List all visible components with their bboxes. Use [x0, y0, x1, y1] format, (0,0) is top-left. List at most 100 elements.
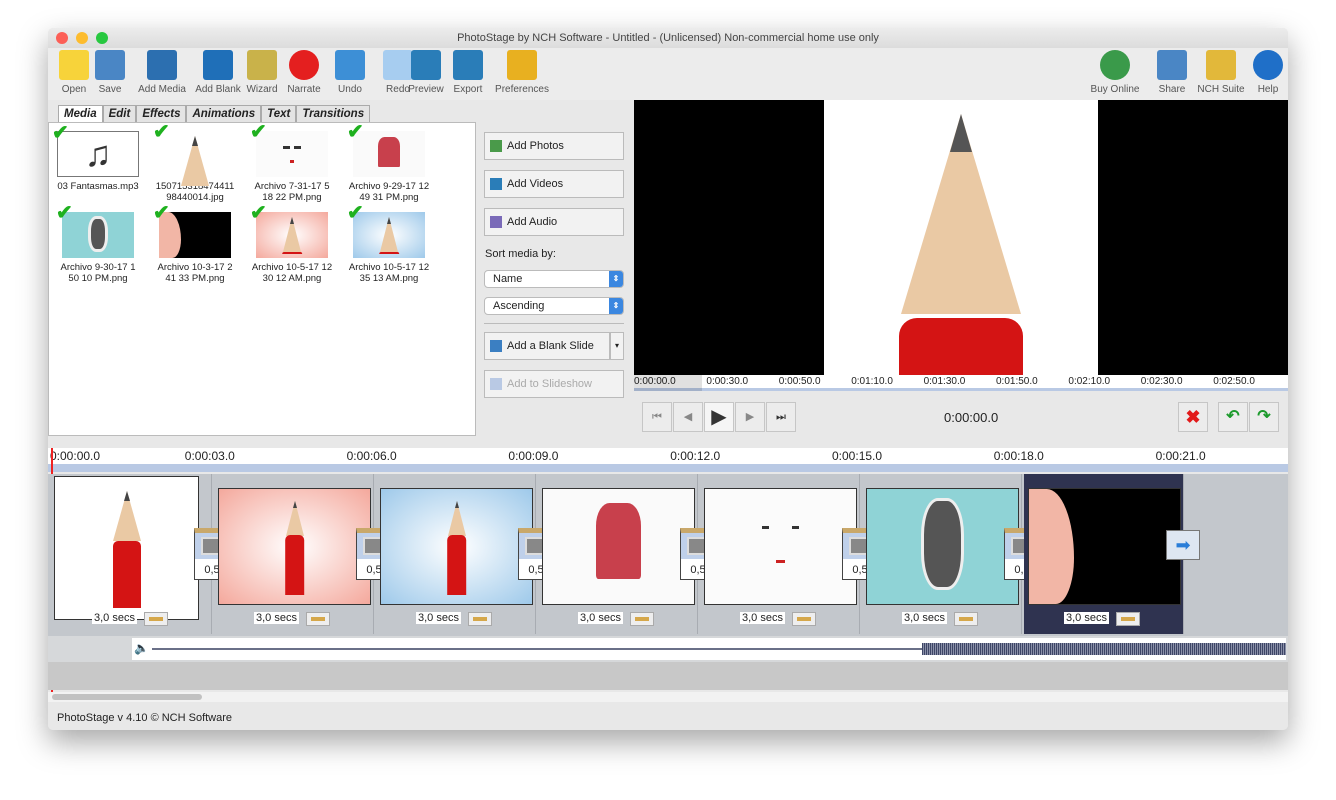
go-to-end-button[interactable]: ⏭	[766, 402, 796, 432]
media-item[interactable]: ✔ Archivo 10-5-17 12 30 12 AM.png	[247, 203, 337, 284]
media-item[interactable]: ✔ Archivo 9-29-17 12 49 31 PM.png	[344, 122, 434, 203]
tab-animations[interactable]: Animations	[186, 105, 262, 122]
ruler-tick-label: 0:00:21.0	[1155, 449, 1206, 463]
wizard-button[interactable]: Wizard	[242, 50, 282, 95]
music-icon	[490, 216, 502, 228]
rotate-right-icon[interactable]: ↷	[1249, 402, 1279, 432]
tab-transitions[interactable]: Transitions	[296, 105, 371, 122]
ruler-icon[interactable]	[306, 612, 330, 626]
media-item[interactable]: ✔ Archivo 9-30-17 1 50 10 PM.png	[53, 203, 143, 284]
add-audio-button[interactable]: Add Audio	[484, 208, 624, 236]
ruler-icon[interactable]	[630, 612, 654, 626]
media-thumbnail: ✔	[153, 122, 231, 186]
timeline-slide[interactable]: 3,0 secs	[538, 474, 698, 634]
preferences-button[interactable]: Preferences	[492, 50, 552, 95]
tab-media[interactable]: Media	[58, 105, 103, 122]
tab-effects[interactable]: Effects	[136, 105, 187, 122]
help-button[interactable]: Help	[1248, 50, 1288, 95]
sort-order-select[interactable]: Ascending ⇕	[484, 297, 624, 315]
slide-thumbnail	[380, 488, 533, 605]
slide-duration[interactable]: 3,0 secs	[92, 612, 137, 624]
slide-duration[interactable]: 3,0 secs	[578, 612, 623, 624]
preview-button[interactable]: Preview	[406, 50, 446, 95]
media-item[interactable]: ✔ Archivo 10-5-17 12 35 13 AM.png	[344, 203, 434, 284]
speaker-icon[interactable]: 🔈	[134, 641, 149, 655]
ruler-tick-label: 0:02:30.0	[1140, 376, 1183, 387]
export-icon	[453, 50, 483, 80]
open-button[interactable]: Open	[54, 50, 94, 95]
blank-slide-icon	[490, 340, 502, 352]
slide-thumbnail	[54, 476, 199, 620]
timeline-slide[interactable]: 3,0 secs	[52, 474, 212, 634]
slide-duration[interactable]: 3,0 secs	[254, 612, 299, 624]
arrow-right-icon[interactable]: ➡	[1166, 530, 1200, 560]
media-thumbnail: ✔	[56, 203, 134, 258]
ruler-tick-label: 0:01:50.0	[996, 376, 1038, 387]
ruler-icon[interactable]	[144, 612, 168, 626]
export-button[interactable]: Export	[448, 50, 488, 95]
timeline-ruler[interactable]: 0:00:00.0 0:00:03.0 0:00:06.0 0:00:09.0 0:00…	[48, 448, 1288, 472]
ruler-tick-label: 0:00:03.0	[184, 449, 235, 463]
tab-edit[interactable]: Edit	[102, 105, 137, 122]
delete-icon[interactable]: ✖	[1178, 402, 1208, 432]
nch-suite-button[interactable]: NCH Suite	[1196, 50, 1246, 95]
next-frame-button[interactable]: ▶	[735, 402, 765, 432]
narrate-button[interactable]: Narrate	[284, 50, 324, 95]
media-item[interactable]: ✔ 150715318474411 98440014.jpg	[150, 122, 240, 203]
go-to-start-button[interactable]: ⏮	[642, 402, 672, 432]
select-arrows-icon: ⇕	[609, 298, 623, 314]
close-window-button[interactable]	[56, 32, 68, 44]
preview-frame	[824, 100, 1098, 375]
share-button[interactable]: Share	[1152, 50, 1192, 95]
ruler-icon[interactable]	[792, 612, 816, 626]
slide-thumbnail	[218, 488, 371, 605]
add-blank-slide-dropdown[interactable]: ▾	[610, 332, 624, 360]
undo-icon	[335, 50, 365, 80]
ruler-icon[interactable]	[468, 612, 492, 626]
ruler-tick-label: 0:00:06.0	[346, 449, 397, 463]
timeline-slide[interactable]: 3,0 secs	[862, 474, 1022, 634]
preview-timeline-ruler[interactable]: 0:00:00.0 0:00:30.0 0:00:50.0 0:01:10.0 0:01…	[634, 375, 1288, 391]
add-blank-slide-button[interactable]: Add a Blank Slide	[484, 332, 610, 360]
slide-duration[interactable]: 3,0 secs	[416, 612, 461, 624]
tab-text[interactable]: Text	[261, 105, 297, 122]
media-item[interactable]: ✔ Archivo 7-31-17 5 18 22 PM.png	[247, 122, 337, 203]
timeline-slide[interactable]: 3,0 secs	[214, 474, 374, 634]
timeline-slide[interactable]: 3,0 secs	[700, 474, 860, 634]
timeline-slide[interactable]: 3,0 secs	[1024, 474, 1184, 634]
folder-icon	[59, 50, 89, 80]
title-bar: PhotoStage by NCH Software - Untitled - …	[48, 28, 1288, 48]
slide-duration[interactable]: 3,0 secs	[902, 612, 947, 624]
add-videos-button[interactable]: Add Videos	[484, 170, 624, 198]
media-item[interactable]: ♫ ✔ 03 Fantasmas.mp3	[52, 123, 143, 192]
add-media-button[interactable]: Add Media	[132, 50, 192, 95]
undo-button[interactable]: Undo	[330, 50, 370, 95]
timeline-scrollbar[interactable]	[48, 692, 1288, 702]
floppy-icon	[95, 50, 125, 80]
add-to-slideshow-button[interactable]: Add to Slideshow	[484, 370, 624, 398]
timeline-slide[interactable]: 3,0 secs	[376, 474, 536, 634]
photo-icon	[490, 140, 502, 152]
media-thumbnail: ✔	[250, 122, 328, 177]
ruler-icon[interactable]	[1116, 612, 1140, 626]
ruler-tick-label: 0:02:10.0	[1068, 376, 1111, 387]
slide-duration[interactable]: 3,0 secs	[1064, 612, 1109, 624]
add-blank-button[interactable]: Add Blank	[188, 50, 248, 95]
previous-frame-button[interactable]: ◀	[673, 402, 703, 432]
buy-online-button[interactable]: Buy Online	[1088, 50, 1142, 95]
rotate-left-icon[interactable]: ↶	[1218, 402, 1248, 432]
media-item[interactable]: ✔ Archivo 10-3-17 2 41 33 PM.png	[150, 203, 240, 284]
ruler-tick-label: 0:02:50.0	[1213, 376, 1255, 387]
play-button[interactable]: ▶	[704, 402, 734, 432]
ruler-icon[interactable]	[954, 612, 978, 626]
zoom-window-button[interactable]	[96, 32, 108, 44]
add-photos-button[interactable]: Add Photos	[484, 132, 624, 160]
slide-duration[interactable]: 3,0 secs	[740, 612, 785, 624]
audio-waveform[interactable]: 🔈	[132, 638, 1286, 660]
minimize-window-button[interactable]	[76, 32, 88, 44]
checkmark-icon: ✔	[250, 202, 267, 224]
scrollbar-thumb[interactable]	[52, 694, 202, 700]
sort-by-select[interactable]: Name ⇕	[484, 270, 624, 288]
playback-time: 0:00:00.0	[944, 410, 999, 425]
save-button[interactable]: Save	[90, 50, 130, 95]
